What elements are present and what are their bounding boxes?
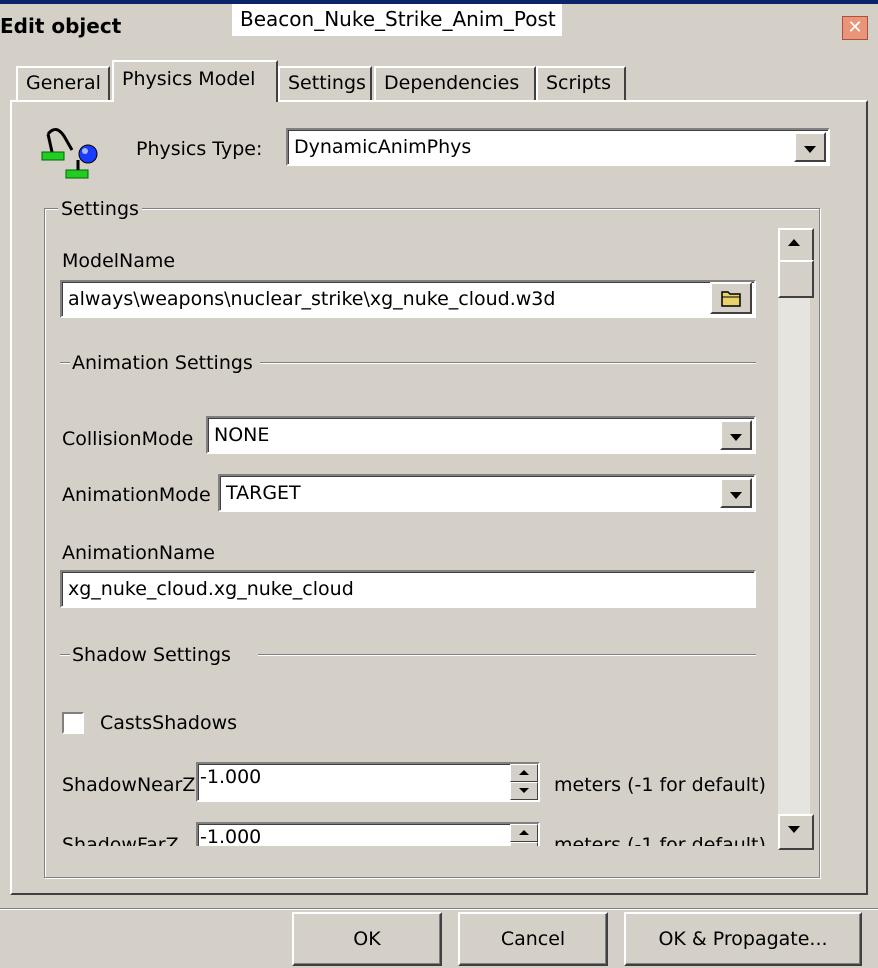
- object-name-title: Beacon_Nuke_Strike_Anim_Post: [232, 4, 562, 36]
- animation-name-label: AnimationName: [62, 542, 215, 564]
- tab-label: Settings: [288, 72, 366, 94]
- spin-up-icon[interactable]: [510, 824, 538, 842]
- animation-separator-right: [260, 362, 756, 364]
- model-name-value: always\weapons\nuclear_strike\xg_nuke_cl…: [68, 288, 556, 310]
- shadow-settings-heading: Shadow Settings: [72, 644, 231, 666]
- tab-label: Physics Model: [122, 68, 256, 90]
- shadow-far-unit: meters (-1 for default): [554, 834, 766, 846]
- animation-name-input[interactable]: xg_nuke_cloud.xg_nuke_cloud: [60, 570, 756, 608]
- ok-button[interactable]: OK: [292, 912, 442, 966]
- shadow-near-spinner[interactable]: [510, 764, 538, 800]
- tab-settings[interactable]: Settings: [278, 66, 372, 100]
- chevron-down-icon[interactable]: [720, 478, 752, 508]
- shadow-separator-left: [60, 654, 70, 656]
- model-name-input[interactable]: always\weapons\nuclear_strike\xg_nuke_cl…: [60, 280, 756, 318]
- shadow-near-input[interactable]: -1.000: [196, 762, 540, 802]
- shadow-far-value: -1.000: [200, 826, 262, 846]
- window-title: Edit object: [0, 14, 122, 38]
- casts-shadows-checkbox[interactable]: [62, 712, 84, 734]
- scroll-thumb[interactable]: [778, 260, 814, 298]
- animation-name-value: xg_nuke_cloud.xg_nuke_cloud: [68, 578, 354, 600]
- spin-down-icon[interactable]: [510, 782, 538, 800]
- animation-separator-left: [60, 362, 70, 364]
- close-icon: ✕: [847, 17, 863, 38]
- collision-mode-value: NONE: [214, 424, 270, 446]
- collision-mode-label: CollisionMode: [62, 428, 194, 450]
- spin-down-icon[interactable]: [510, 842, 538, 846]
- model-name-label: ModelName: [62, 250, 176, 272]
- animation-mode-select[interactable]: TARGET: [218, 474, 756, 512]
- browse-button[interactable]: [710, 282, 752, 314]
- close-button[interactable]: ✕: [842, 16, 868, 40]
- physics-type-label: Physics Type:: [136, 138, 263, 160]
- chevron-down-icon[interactable]: [720, 420, 752, 450]
- tab-general[interactable]: General: [16, 66, 110, 100]
- shadow-far-input[interactable]: -1.000: [196, 822, 540, 846]
- shadow-near-label: ShadowNearZ: [62, 774, 196, 796]
- folder-icon: [721, 291, 741, 307]
- settings-group-label: Settings: [58, 198, 142, 220]
- physics-type-select[interactable]: DynamicAnimPhys: [286, 128, 830, 166]
- settings-scroll-area: ModelName always\weapons\nuclear_strike\…: [46, 226, 778, 846]
- scroll-down-button[interactable]: [778, 814, 814, 850]
- tab-label: General: [26, 72, 101, 94]
- cancel-button[interactable]: Cancel: [458, 912, 608, 966]
- spin-up-icon[interactable]: [510, 764, 538, 782]
- shadow-near-unit: meters (-1 for default): [554, 774, 766, 796]
- tab-dependencies[interactable]: Dependencies: [374, 66, 536, 100]
- casts-shadows-label: CastsShadows: [100, 712, 238, 734]
- tab-physics-model[interactable]: Physics Model: [112, 60, 278, 102]
- shadow-separator-right: [258, 654, 756, 656]
- shadow-far-label: ShadowFarZ: [62, 834, 179, 846]
- shadow-near-value: -1.000: [200, 766, 262, 788]
- physics-type-value: DynamicAnimPhys: [294, 136, 472, 158]
- collision-mode-select[interactable]: NONE: [206, 416, 756, 454]
- ok-propagate-button[interactable]: OK & Propagate...: [624, 912, 862, 966]
- animation-settings-heading: Animation Settings: [72, 352, 253, 374]
- physics-model-icon: [41, 128, 98, 179]
- tab-label: Scripts: [546, 72, 612, 94]
- bottom-divider: [0, 908, 878, 910]
- tab-label: Dependencies: [384, 72, 520, 94]
- animation-mode-label: AnimationMode: [62, 484, 211, 506]
- shadow-far-spinner[interactable]: [510, 824, 538, 846]
- animation-mode-value: TARGET: [226, 482, 301, 504]
- scroll-up-button[interactable]: [778, 228, 814, 264]
- tab-scripts[interactable]: Scripts: [536, 66, 626, 100]
- chevron-down-icon[interactable]: [794, 132, 826, 162]
- vertical-scrollbar[interactable]: [778, 228, 814, 850]
